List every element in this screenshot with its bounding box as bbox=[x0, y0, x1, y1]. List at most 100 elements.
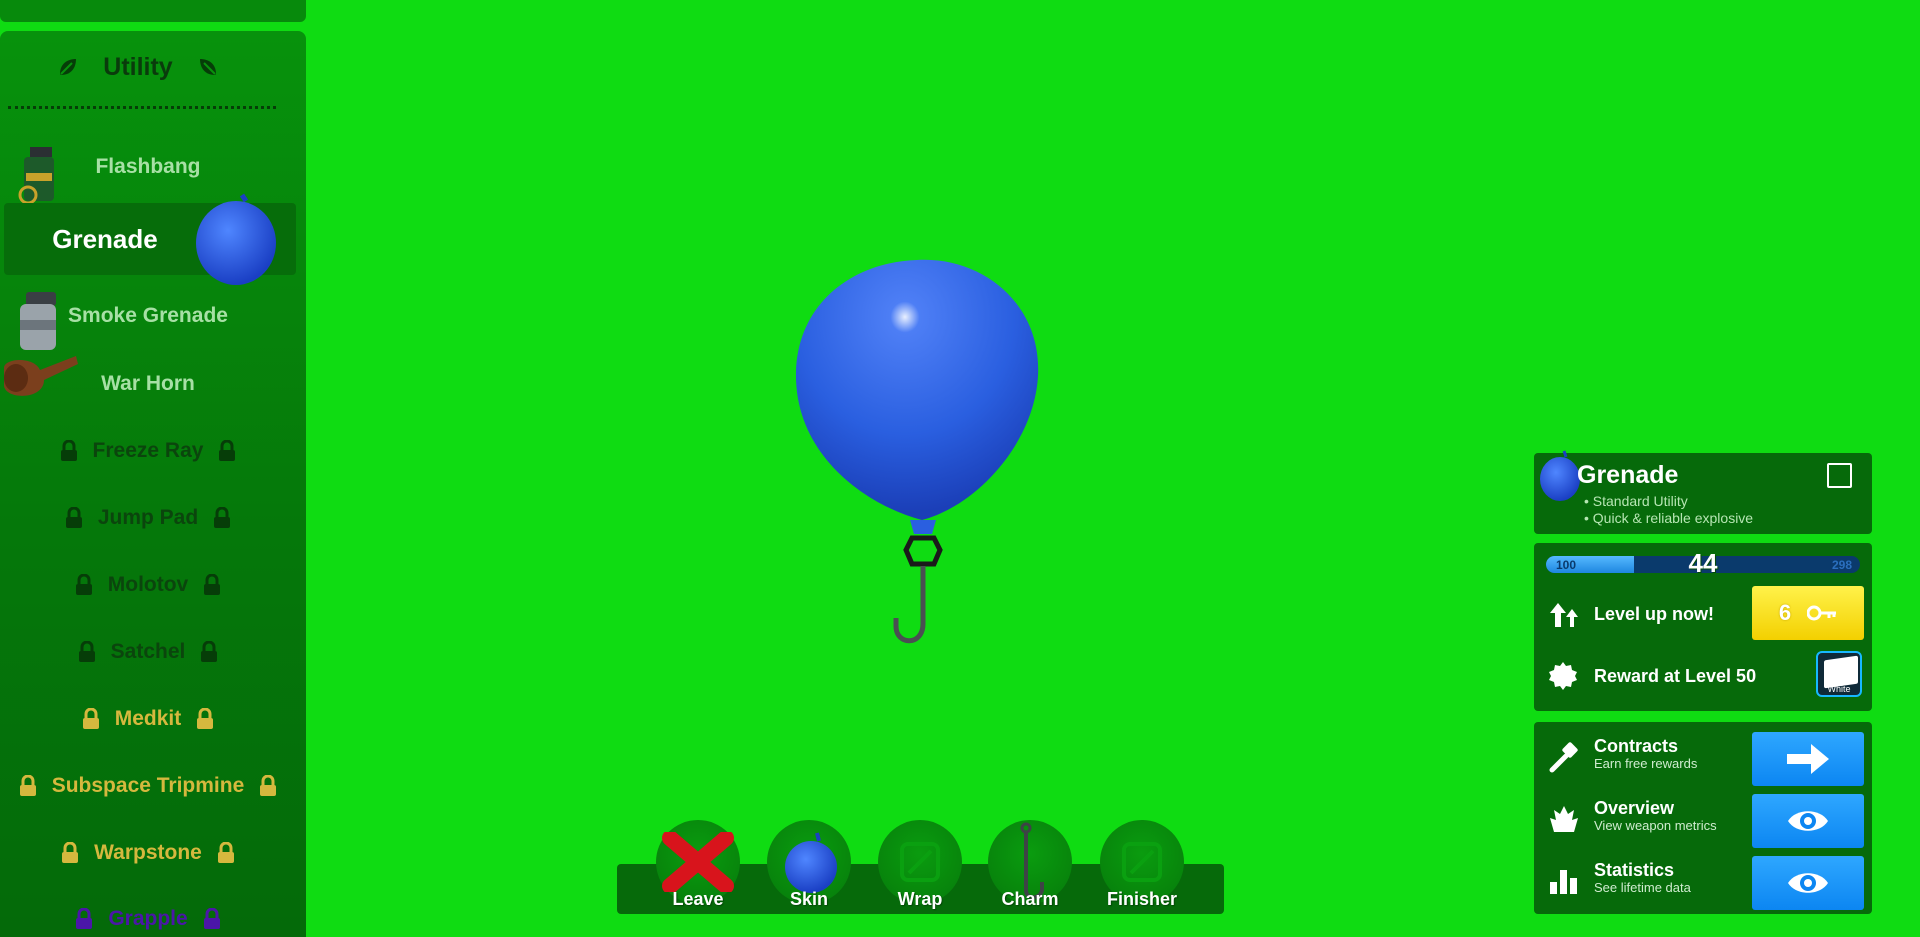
sidebar-item-smoke-grenade[interactable]: Smoke Grenade bbox=[0, 280, 296, 352]
sidebar-item-subspace-tripmine[interactable]: Subspace Tripmine bbox=[0, 750, 296, 822]
sidebar-item-molotov[interactable]: Molotov bbox=[0, 549, 296, 621]
leaf-icon bbox=[199, 59, 216, 75]
empty-slot-icon bbox=[1122, 842, 1162, 882]
lock-icon bbox=[78, 641, 95, 662]
contracts-row: Contracts Earn free rewards bbox=[1534, 728, 1872, 786]
sidebar-item-label: War Horn bbox=[101, 372, 195, 395]
close-x-icon bbox=[662, 832, 734, 892]
level-up-label: Level up now! bbox=[1594, 604, 1715, 624]
sidebar-item-label: Flashbang bbox=[95, 155, 201, 178]
sidebar-header: Utility bbox=[0, 49, 276, 85]
sidebar-item-label: Smoke Grenade bbox=[68, 304, 228, 327]
gold-lock-icon bbox=[217, 842, 234, 863]
weapon-description-line: • Standard Utility bbox=[1584, 493, 1688, 509]
reward-tag: White bbox=[1827, 684, 1851, 694]
charm-button[interactable]: Charm bbox=[985, 820, 1075, 914]
weapon-progress-panel: 100 298 44 Level up now! 6 Reward at Lev… bbox=[1534, 543, 1872, 711]
balloon-grenade-icon bbox=[196, 193, 276, 285]
war-horn-icon bbox=[4, 356, 78, 396]
weapon-info-card: Grenade • Standard Utility • Quick & rel… bbox=[1534, 450, 1872, 534]
flashbang-icon bbox=[18, 147, 54, 205]
leave-button[interactable]: Leave bbox=[653, 820, 743, 914]
overview-button[interactable] bbox=[1752, 794, 1864, 848]
contract-stamp-icon bbox=[1549, 742, 1578, 773]
eye-icon bbox=[1788, 811, 1828, 831]
gold-lock-icon bbox=[19, 775, 36, 796]
sidebar-divider bbox=[8, 106, 276, 109]
smoke-grenade-icon bbox=[20, 292, 56, 350]
eye-icon bbox=[1788, 873, 1828, 893]
sidebar-item-label: Warpstone bbox=[94, 841, 202, 864]
weapon-level: 44 bbox=[1688, 548, 1718, 578]
overview-subtitle: View weapon metrics bbox=[1594, 818, 1717, 833]
flame-icon bbox=[1550, 806, 1578, 832]
weapon-preview-balloon[interactable] bbox=[780, 248, 1060, 668]
sidebar-item-medkit[interactable]: Medkit bbox=[0, 683, 296, 755]
reward-preview-tile[interactable]: White bbox=[1816, 651, 1862, 697]
sidebar-item-label: Freeze Ray bbox=[92, 439, 204, 462]
weapon-name: Grenade bbox=[1577, 461, 1679, 489]
sidebar-item-label: Subspace Tripmine bbox=[51, 774, 245, 797]
statistics-row: Statistics See lifetime data bbox=[1534, 852, 1872, 910]
gold-lock-icon bbox=[260, 775, 277, 796]
lock-icon bbox=[75, 574, 92, 595]
skin-button[interactable]: Skin bbox=[764, 820, 854, 914]
sidebar-item-label: Medkit bbox=[114, 707, 182, 730]
contracts-subtitle: Earn free rewards bbox=[1594, 756, 1698, 771]
overview-title: Overview bbox=[1594, 798, 1675, 818]
bar-chart-icon bbox=[1550, 870, 1577, 894]
leaf-icon bbox=[60, 59, 77, 75]
sidebar-item-label: Molotov bbox=[107, 573, 189, 596]
wrap-label: Wrap bbox=[897, 889, 943, 909]
sidebar-item-label: Jump Pad bbox=[97, 506, 199, 529]
lock-icon bbox=[219, 440, 236, 461]
finisher-button[interactable]: Finisher bbox=[1097, 820, 1187, 914]
level-up-arrows-icon bbox=[1550, 603, 1578, 627]
weapon-description-line: • Quick & reliable explosive bbox=[1584, 510, 1754, 526]
lock-icon bbox=[65, 507, 82, 528]
sidebar-item-jump-pad[interactable]: Jump Pad bbox=[0, 482, 296, 554]
sidebar-item-freeze-ray[interactable]: Freeze Ray bbox=[0, 415, 296, 487]
sidebar-item-warpstone[interactable]: Warpstone bbox=[0, 817, 296, 889]
contracts-title: Contracts bbox=[1594, 736, 1679, 756]
charm-label: Charm bbox=[1001, 889, 1059, 909]
gold-lock-icon bbox=[62, 842, 79, 863]
overview-row: Overview View weapon metrics bbox=[1534, 790, 1872, 848]
leave-label: Leave bbox=[672, 889, 724, 909]
weapon-sidebar: Utility Flashbang Grenade Smoke Grenade … bbox=[0, 31, 306, 937]
skin-label: Skin bbox=[789, 889, 828, 909]
statistics-subtitle: See lifetime data bbox=[1594, 880, 1691, 895]
sidebar-item-grenade[interactable]: Grenade bbox=[4, 193, 296, 285]
lock-icon bbox=[214, 507, 231, 528]
statistics-title: Statistics bbox=[1594, 860, 1675, 880]
reward-badge-icon bbox=[1549, 662, 1577, 690]
sidebar-category-title: Utility bbox=[103, 52, 173, 81]
statistics-button[interactable] bbox=[1752, 856, 1864, 910]
sidebar-item-war-horn[interactable]: War Horn bbox=[0, 348, 296, 420]
finisher-label: Finisher bbox=[1106, 889, 1177, 909]
lock-icon bbox=[60, 440, 77, 461]
empty-slot-icon bbox=[900, 842, 940, 882]
sidebar-item-label: Satchel bbox=[110, 640, 186, 663]
purple-lock-icon bbox=[203, 908, 220, 929]
balloon-grenade-icon bbox=[1540, 450, 1580, 501]
balloon-skin-icon bbox=[785, 832, 837, 893]
lock-icon bbox=[204, 574, 221, 595]
reward-label: Reward at Level 50 bbox=[1594, 666, 1757, 686]
gold-lock-icon bbox=[82, 708, 99, 729]
sidebar-item-satchel[interactable]: Satchel bbox=[0, 616, 296, 688]
purple-lock-icon bbox=[76, 908, 93, 929]
level-up-key-button[interactable]: 6 bbox=[1752, 586, 1864, 640]
sidebar-top-stub bbox=[0, 0, 306, 22]
sidebar-item-grapple[interactable]: Grapple bbox=[0, 883, 296, 937]
arrow-right-icon bbox=[1787, 744, 1829, 774]
weapon-menu-panel: Contracts Earn free rewards Overview Vie… bbox=[1534, 722, 1872, 914]
key-cost: 6 bbox=[1778, 600, 1792, 625]
sidebar-item-label: Grenade bbox=[52, 223, 158, 254]
gold-lock-icon bbox=[197, 708, 214, 729]
contracts-button[interactable] bbox=[1752, 732, 1864, 786]
sidebar-item-label: Grapple bbox=[108, 907, 188, 930]
wrap-button[interactable]: Wrap bbox=[875, 820, 965, 914]
favorite-checkbox[interactable] bbox=[1827, 463, 1852, 488]
lock-icon bbox=[201, 641, 218, 662]
